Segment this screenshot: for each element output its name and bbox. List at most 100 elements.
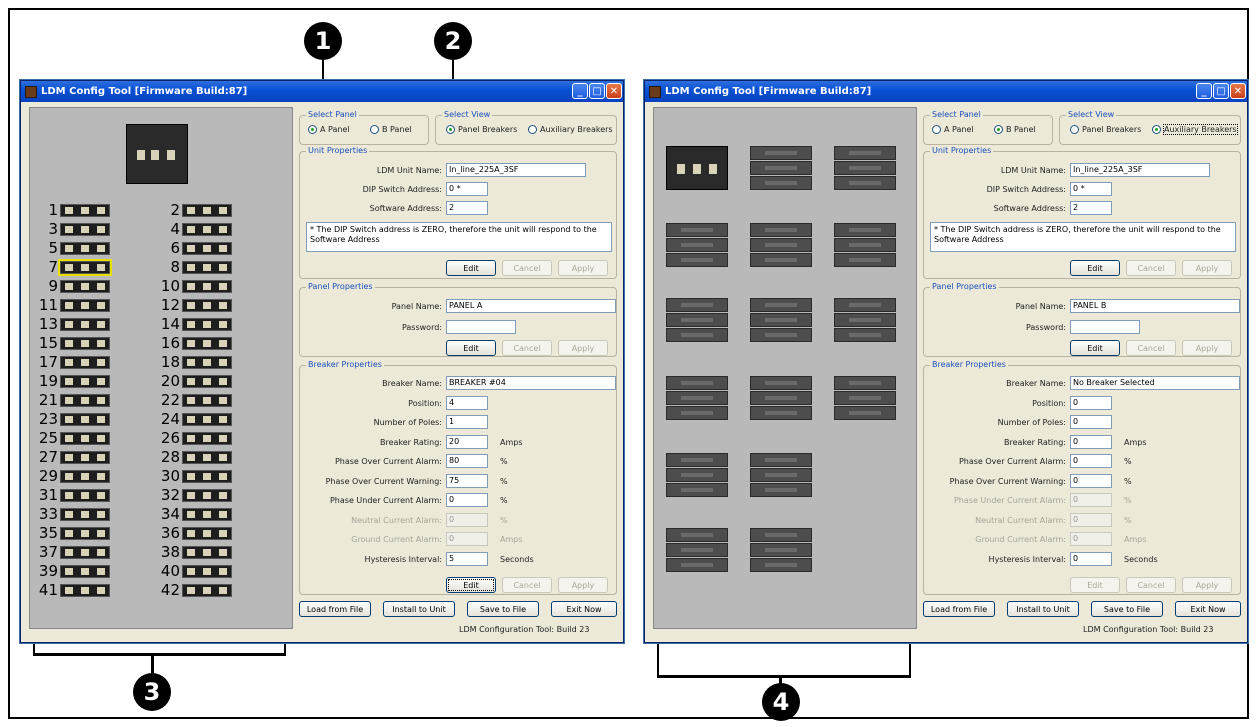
breaker-gca-field[interactable]: 0 xyxy=(1070,532,1112,546)
panel-cancel-button[interactable]: Cancel xyxy=(1126,340,1176,356)
software-address-field[interactable]: 2 xyxy=(1070,201,1112,215)
breaker-hyst-field[interactable]: 0 xyxy=(1070,551,1112,566)
panel-apply-button[interactable]: Apply xyxy=(558,340,608,356)
auxiliary-breaker[interactable] xyxy=(750,253,812,267)
breaker-left[interactable] xyxy=(60,280,110,293)
auxiliary-breaker[interactable] xyxy=(750,328,812,342)
left-titlebar[interactable]: LDM Config Tool [Firmware Build:87] xyxy=(21,81,623,102)
breaker-left[interactable] xyxy=(60,508,110,521)
close-icon[interactable]: ✕ xyxy=(606,83,622,99)
breaker-left[interactable] xyxy=(60,394,110,407)
breaker-right[interactable] xyxy=(182,584,232,597)
breaker-left[interactable] xyxy=(60,413,110,426)
save-to-file-button[interactable]: Save to File xyxy=(467,601,539,617)
unit-edit-button[interactable]: Edit xyxy=(446,260,496,276)
breaker-right[interactable] xyxy=(182,299,232,312)
main-breaker[interactable] xyxy=(126,124,188,184)
breaker-poles-field[interactable]: 0 xyxy=(1070,415,1112,429)
breaker-left[interactable] xyxy=(60,451,110,464)
panel-edit-button[interactable]: Edit xyxy=(446,340,496,356)
panel-name-field[interactable]: PANEL B xyxy=(1070,299,1240,313)
breaker-cancel-button[interactable]: Cancel xyxy=(1126,577,1176,593)
auxiliary-breaker[interactable] xyxy=(666,543,728,557)
breaker-right[interactable] xyxy=(182,508,232,521)
radio-auxiliary-breakers[interactable]: Auxiliary Breakers xyxy=(1152,124,1238,135)
auxiliary-breaker[interactable] xyxy=(666,528,728,542)
breaker-left[interactable] xyxy=(60,546,110,559)
exit-now-button[interactable]: Exit Now xyxy=(551,601,617,617)
breaker-left[interactable] xyxy=(60,242,110,255)
auxiliary-breaker[interactable] xyxy=(750,176,812,190)
breaker-nca-field[interactable]: 0 xyxy=(446,512,488,527)
auxiliary-breaker[interactable] xyxy=(666,238,728,252)
radio-panel-breakers[interactable]: Panel Breakers xyxy=(446,125,517,134)
minimize-icon[interactable]: _ xyxy=(572,83,588,99)
load-from-file-button[interactable]: Load from File xyxy=(923,601,995,617)
breaker-poles-field[interactable]: 1 xyxy=(446,415,488,429)
breaker-right[interactable] xyxy=(182,565,232,578)
breaker-pocw-field[interactable]: 75 xyxy=(446,473,488,488)
breaker-edit-button[interactable]: Edit xyxy=(1070,577,1120,593)
breaker-right[interactable] xyxy=(182,394,232,407)
auxiliary-breaker[interactable] xyxy=(834,223,896,237)
breaker-nca-field[interactable]: 0 xyxy=(1070,512,1112,527)
auxiliary-breaker[interactable] xyxy=(750,406,812,420)
breaker-left[interactable] xyxy=(60,432,110,445)
panel-apply-button[interactable]: Apply xyxy=(1182,340,1232,356)
auxiliary-breaker[interactable] xyxy=(666,483,728,497)
unit-cancel-button[interactable]: Cancel xyxy=(502,260,552,276)
breaker-rating-field[interactable]: 20 xyxy=(446,434,488,449)
breaker-right[interactable] xyxy=(182,470,232,483)
install-to-unit-button[interactable]: Install to Unit xyxy=(1007,601,1079,617)
auxiliary-breaker[interactable] xyxy=(750,453,812,467)
radio-b-panel[interactable]: B Panel xyxy=(370,125,412,134)
auxiliary-breaker[interactable] xyxy=(750,161,812,175)
auxiliary-breaker[interactable] xyxy=(750,146,812,160)
auxiliary-breaker[interactable] xyxy=(834,376,896,390)
breaker-left[interactable] xyxy=(60,470,110,483)
auxiliary-breaker[interactable] xyxy=(750,528,812,542)
breaker-right[interactable] xyxy=(182,451,232,464)
unit-edit-button[interactable]: Edit xyxy=(1070,260,1120,276)
breaker-left[interactable] xyxy=(60,584,110,597)
breaker-right[interactable] xyxy=(182,204,232,217)
auxiliary-breaker[interactable] xyxy=(834,313,896,327)
breaker-poca-field[interactable]: 0 xyxy=(1070,454,1112,468)
unit-name-field[interactable]: In_line_225A_3SF xyxy=(1070,163,1210,177)
breaker-cancel-button[interactable]: Cancel xyxy=(502,577,552,593)
breaker-pocw-field[interactable]: 0 xyxy=(1070,473,1112,488)
main-breaker[interactable] xyxy=(666,146,728,190)
radio-panel-breakers[interactable]: Panel Breakers xyxy=(1070,125,1141,134)
auxiliary-breaker[interactable] xyxy=(834,298,896,312)
auxiliary-breaker[interactable] xyxy=(834,328,896,342)
auxiliary-breaker[interactable] xyxy=(750,468,812,482)
breaker-right[interactable] xyxy=(182,527,232,540)
breaker-pos-field[interactable]: 4 xyxy=(446,395,488,410)
install-to-unit-button[interactable]: Install to Unit xyxy=(383,601,455,617)
breaker-right[interactable] xyxy=(182,223,232,236)
breaker-edit-button[interactable]: Edit xyxy=(446,577,496,593)
auxiliary-breaker[interactable] xyxy=(666,376,728,390)
software-address-field[interactable]: 2 xyxy=(446,201,488,215)
right-titlebar[interactable]: LDM Config Tool [Firmware Build:87] xyxy=(645,81,1247,102)
auxiliary-breaker[interactable] xyxy=(750,298,812,312)
auxiliary-breaker[interactable] xyxy=(750,543,812,557)
breaker-left[interactable] xyxy=(60,337,110,350)
breaker-left[interactable] xyxy=(60,318,110,331)
auxiliary-breaker[interactable] xyxy=(666,391,728,405)
auxiliary-breaker[interactable] xyxy=(834,253,896,267)
auxiliary-breaker[interactable] xyxy=(666,313,728,327)
radio-auxiliary-breakers[interactable]: Auxiliary Breakers xyxy=(528,125,613,134)
radio-a-panel[interactable]: A Panel xyxy=(932,125,974,134)
breaker-pos-field[interactable]: 0 xyxy=(1070,395,1112,410)
panel-edit-button[interactable]: Edit xyxy=(1070,340,1120,356)
breaker-right[interactable] xyxy=(182,318,232,331)
auxiliary-breaker[interactable] xyxy=(666,468,728,482)
breaker-right[interactable] xyxy=(182,375,232,388)
auxiliary-breaker[interactable] xyxy=(750,483,812,497)
breaker-left[interactable] xyxy=(60,565,110,578)
auxiliary-breaker[interactable] xyxy=(666,298,728,312)
auxiliary-breaker[interactable] xyxy=(834,406,896,420)
breaker-gca-field[interactable]: 0 xyxy=(446,532,488,546)
auxiliary-breaker[interactable] xyxy=(666,328,728,342)
